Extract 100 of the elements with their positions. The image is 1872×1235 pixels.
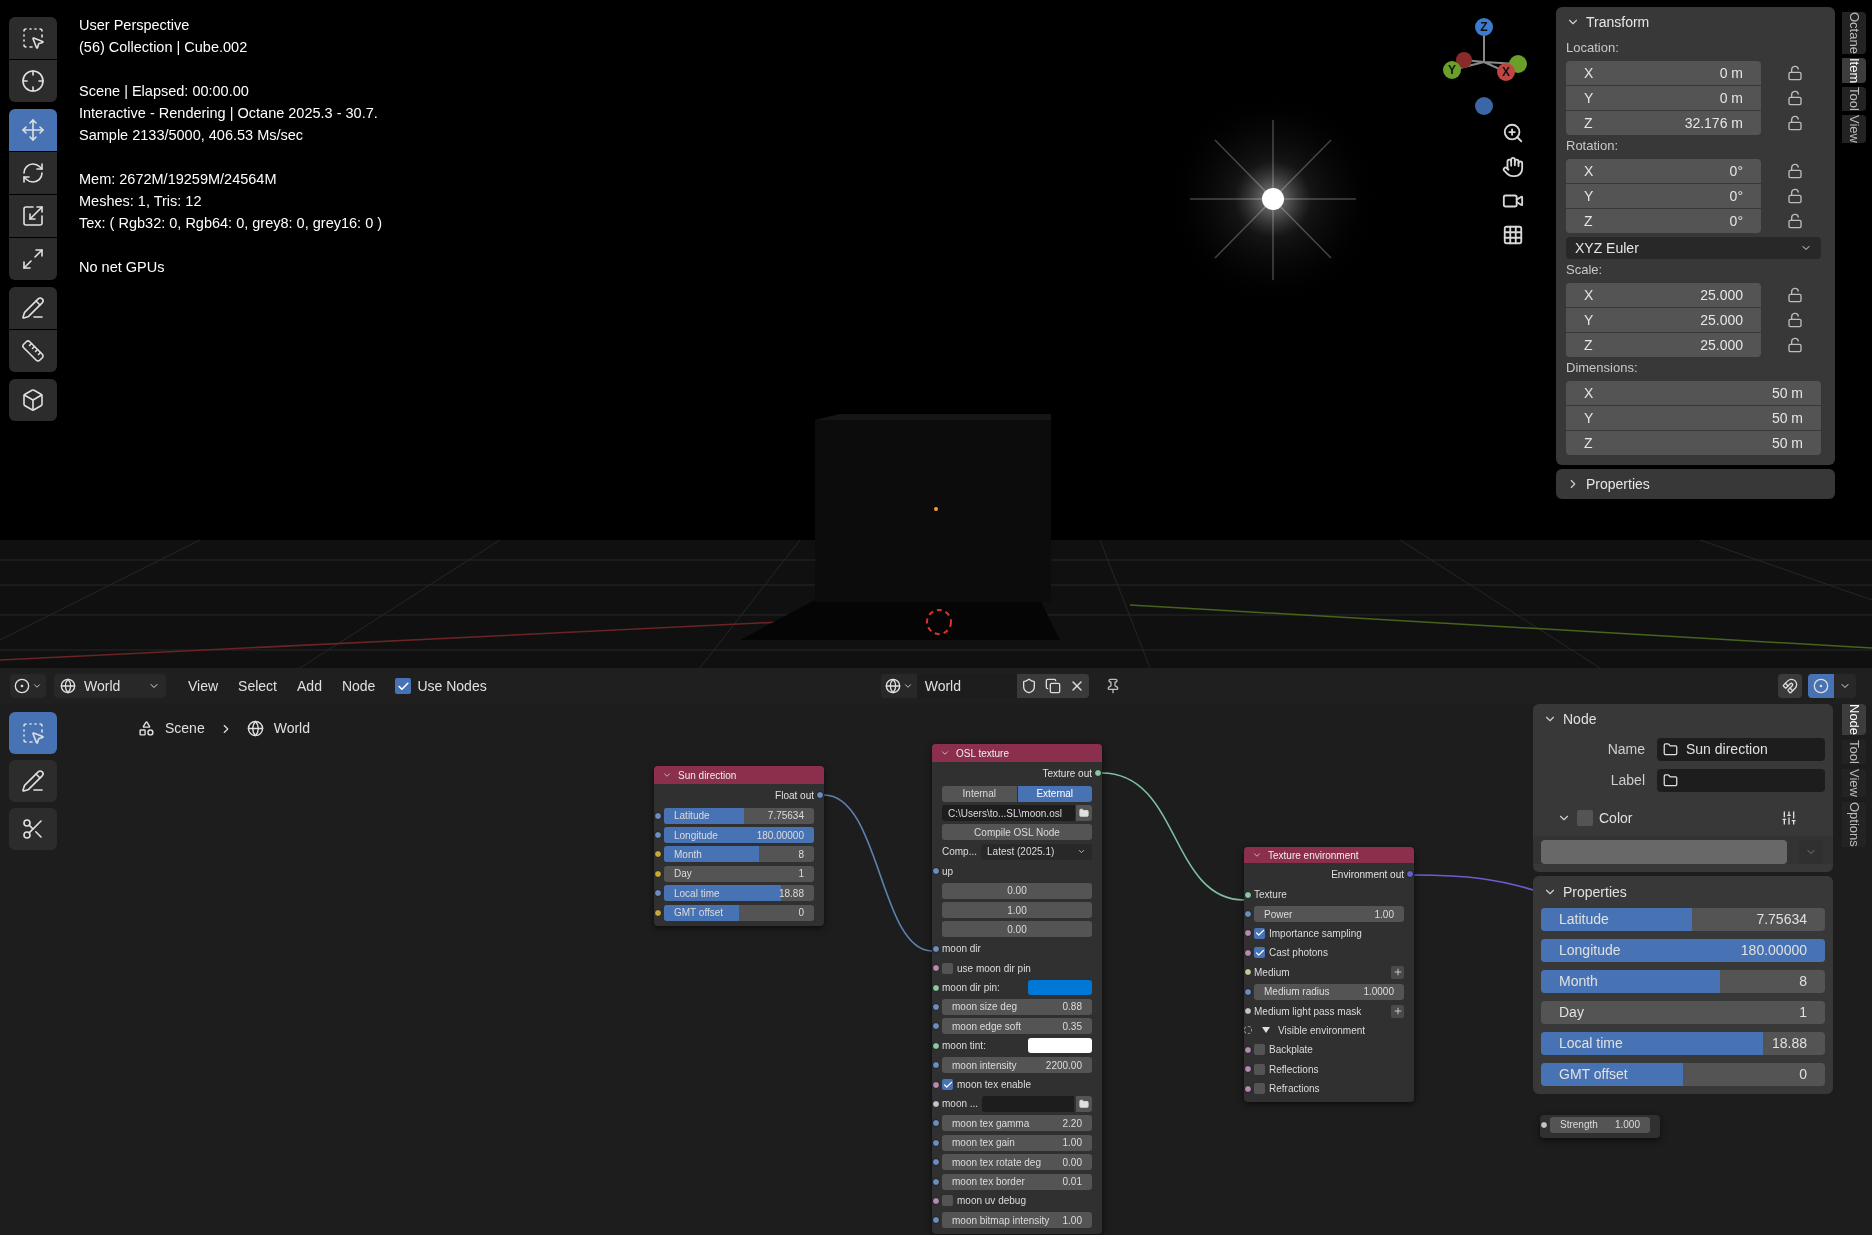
checkbox[interactable] <box>942 962 953 974</box>
sidebar-tab[interactable]: Item <box>1842 57 1866 84</box>
number-field[interactable]: Y 0 m <box>1566 86 1761 110</box>
unlock-icon[interactable] <box>1787 312 1803 328</box>
tool-button[interactable] <box>9 330 57 372</box>
menu-item[interactable]: Add <box>289 674 330 698</box>
socket[interactable] <box>932 944 940 953</box>
color-swatch[interactable] <box>1028 1038 1092 1054</box>
sliders-icon[interactable] <box>1781 810 1797 826</box>
number-field[interactable]: moon intensity 2200.00 <box>942 1057 1092 1074</box>
socket[interactable] <box>1244 948 1252 957</box>
socket[interactable] <box>1244 968 1252 977</box>
folder-button[interactable] <box>1076 1095 1092 1112</box>
socket[interactable] <box>1094 769 1102 777</box>
number-field[interactable]: X 50 m <box>1566 381 1821 405</box>
toggle-button[interactable]: External <box>1017 785 1092 802</box>
chevron-down-icon[interactable] <box>940 748 950 758</box>
socket[interactable] <box>816 791 824 799</box>
tool-button[interactable] <box>9 760 57 802</box>
snap-button[interactable] <box>1778 674 1802 698</box>
number-field[interactable]: moon tex gain 1.00 <box>942 1134 1092 1151</box>
unlock-icon[interactable] <box>1787 213 1803 229</box>
number-field[interactable]: Z 50 m <box>1566 431 1821 455</box>
socket[interactable] <box>932 983 940 992</box>
socket[interactable] <box>1540 1120 1548 1129</box>
socket[interactable] <box>932 1138 940 1147</box>
compile-button[interactable]: Compile OSL Node <box>942 824 1092 841</box>
number-field[interactable]: 0.00 <box>942 882 1092 899</box>
use-nodes-checkbox[interactable]: Use Nodes <box>395 675 487 697</box>
number-field[interactable]: Z 25.000 <box>1566 333 1761 357</box>
number-field[interactable]: X 25.000 <box>1566 283 1761 307</box>
menu-item[interactable]: Select <box>230 674 285 698</box>
number-field[interactable]: moon tex border 0.01 <box>942 1173 1092 1190</box>
checkbox[interactable] <box>1254 1063 1265 1075</box>
toggle-button[interactable]: Internal <box>942 785 1017 802</box>
number-field[interactable]: moon edge soft 0.35 <box>942 1018 1092 1035</box>
unlock-icon[interactable] <box>1787 115 1803 131</box>
number-field[interactable]: 0.00 <box>942 921 1092 938</box>
socket[interactable] <box>1244 1007 1252 1016</box>
socket[interactable] <box>654 850 662 859</box>
node-card[interactable]: Texture environment Environment out Texture Power 1.00 Importance sampling Cast photons Medium Medium radius 1.0000 Medium light pass mask Visible environment Backplate Reflections Refractions <box>1244 847 1414 1103</box>
socket[interactable] <box>654 831 662 840</box>
number-field[interactable]: Y 25.000 <box>1566 308 1761 332</box>
text-field[interactable]: Sun direction <box>1657 738 1825 761</box>
socket[interactable] <box>932 867 940 876</box>
tool-button[interactable] <box>9 195 57 237</box>
number-field[interactable]: moon bitmap intensity 1.00 <box>942 1212 1092 1229</box>
socket[interactable] <box>932 1003 940 1011</box>
grid-icon[interactable] <box>1502 224 1524 246</box>
sidebar-tab[interactable]: Options <box>1842 801 1866 847</box>
node-card[interactable]: Strength 1.000 <box>1540 1115 1660 1139</box>
folder-button[interactable] <box>1076 805 1092 822</box>
zoom-icon[interactable] <box>1502 122 1524 144</box>
slider-field[interactable]: GMT offset 0 <box>664 904 814 921</box>
checkbox[interactable] <box>395 678 412 694</box>
checkbox[interactable] <box>942 1079 953 1091</box>
number-field[interactable]: Z 32.176 m <box>1566 111 1761 135</box>
compiler-dropdown[interactable]: Latest (2025.1) <box>981 843 1092 860</box>
slider-field[interactable]: Month 8 <box>664 846 814 863</box>
socket[interactable] <box>1244 1065 1252 1074</box>
number-field[interactable]: Medium radius 1.0000 <box>1254 983 1404 1000</box>
unlock-icon[interactable] <box>1787 188 1803 204</box>
socket[interactable] <box>1244 890 1252 899</box>
chevron-down-icon[interactable] <box>662 770 672 780</box>
breadcrumb-item[interactable]: World <box>273 718 310 739</box>
slider-field[interactable]: Month 8 <box>1541 970 1825 993</box>
socket[interactable] <box>932 1196 940 1205</box>
socket[interactable] <box>654 811 662 820</box>
unlock-icon[interactable] <box>1787 90 1803 106</box>
socket[interactable] <box>932 1041 940 1050</box>
breadcrumb-item[interactable]: Scene <box>165 718 205 739</box>
fake-user-button[interactable] <box>1016 674 1041 698</box>
sidebar-tab[interactable]: Node <box>1842 704 1866 736</box>
chevron-down-icon[interactable] <box>1252 850 1262 860</box>
slider-field[interactable]: Longitude 180.00000 <box>664 827 814 844</box>
world-dropdown[interactable]: World <box>54 674 166 698</box>
checkbox[interactable] <box>1577 810 1593 826</box>
text-field[interactable] <box>1657 769 1825 792</box>
socket[interactable] <box>1244 1045 1252 1054</box>
socket[interactable] <box>932 1099 940 1108</box>
menu-item[interactable]: View <box>180 674 227 698</box>
number-field[interactable]: moon size deg 0.88 <box>942 999 1092 1015</box>
node-header[interactable]: Texture environment <box>1244 847 1414 863</box>
unlock-icon[interactable] <box>1787 163 1803 179</box>
number-field[interactable]: Power 1.00 <box>1254 906 1404 923</box>
file-path-field[interactable]: C:\Users\to...SL\moon.osl <box>942 805 1075 822</box>
color-swatch[interactable] <box>1028 980 1092 996</box>
number-field[interactable]: 1.00 <box>942 902 1092 919</box>
triangle-down-icon[interactable] <box>1262 1026 1270 1035</box>
slider-field[interactable]: Latitude 7.75634 <box>1541 908 1825 931</box>
hand-icon[interactable] <box>1502 156 1524 178</box>
tool-button[interactable] <box>9 60 57 102</box>
slider-field[interactable]: Day 1 <box>1541 1001 1825 1024</box>
tool-button[interactable] <box>9 808 57 850</box>
socket[interactable] <box>654 869 662 878</box>
sidebar-tab[interactable]: View <box>1842 115 1866 144</box>
sidebar-tab[interactable]: Octane <box>1842 12 1866 54</box>
tool-button[interactable] <box>9 379 57 421</box>
socket[interactable] <box>1244 987 1252 996</box>
checkbox[interactable] <box>1254 927 1265 939</box>
